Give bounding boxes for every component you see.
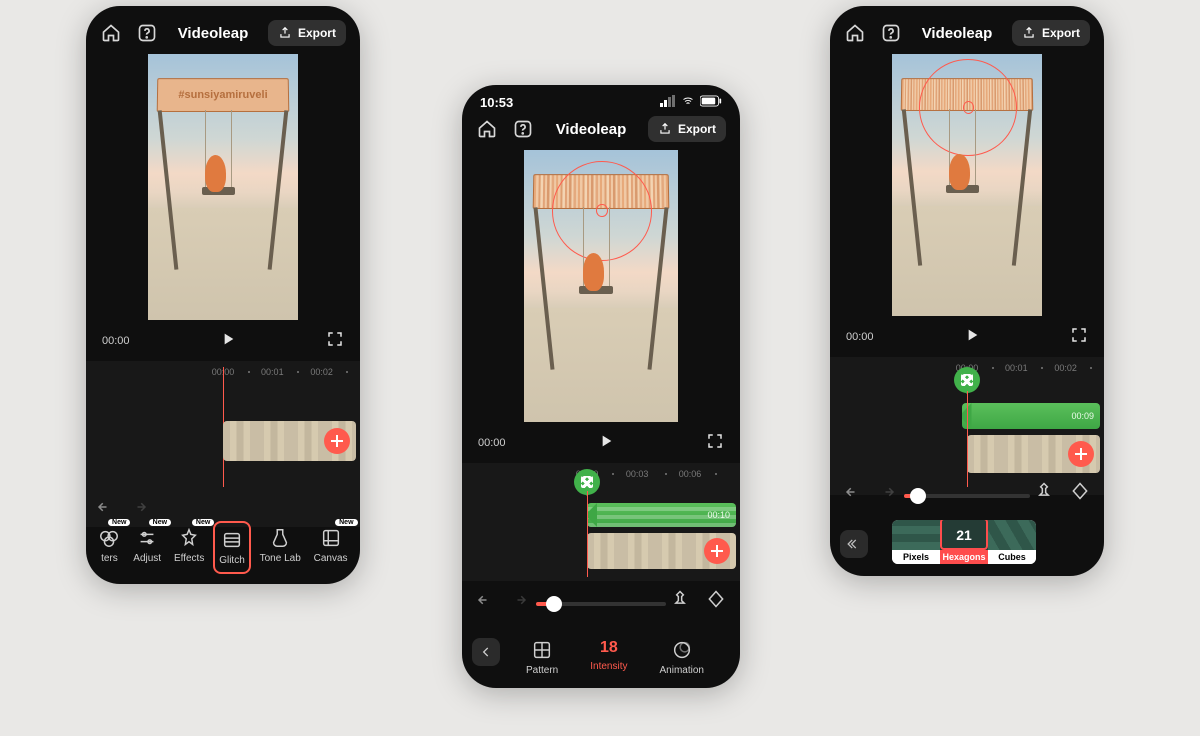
time-current: 00:00 — [102, 335, 130, 347]
undo-icon[interactable] — [844, 483, 862, 506]
intensity-slider[interactable] — [536, 602, 666, 606]
param-pattern[interactable]: Pattern — [526, 639, 558, 676]
back-chevron[interactable] — [472, 638, 500, 666]
fullscreen-icon[interactable] — [326, 330, 344, 351]
home-icon[interactable] — [476, 118, 498, 140]
top-bar: Videoleap Export — [462, 110, 740, 142]
pattern-hexagons[interactable]: 21 Hexagons — [940, 520, 988, 564]
top-bar: Videoleap Export — [830, 6, 1104, 46]
pin-icon[interactable] — [1034, 481, 1054, 506]
help-icon[interactable] — [880, 22, 902, 44]
tool-tone-lab[interactable]: Tone Lab — [256, 521, 305, 574]
time-current: 00:00 — [846, 331, 874, 343]
fullscreen-icon[interactable] — [706, 432, 724, 453]
screenshot-intensity-slider: 10:53 Videoleap Export 00:00 00 — [462, 85, 740, 688]
app-title: Videoleap — [556, 121, 627, 138]
effect-clip[interactable]: 00:10 — [587, 503, 736, 527]
side-controls — [1034, 481, 1090, 506]
effect-clip-duration: 00:09 — [1071, 411, 1094, 421]
home-icon[interactable] — [100, 22, 122, 44]
export-label: Export — [298, 26, 336, 40]
play-button[interactable] — [964, 327, 980, 346]
timeline[interactable]: 00:00 00:01 00:02 00:09 — [830, 357, 1104, 495]
timeline[interactable]: 00:00 00:01 00:02 — [86, 361, 360, 527]
tool-glitch[interactable]: Glitch — [213, 521, 251, 574]
pattern-cubes[interactable]: Cubes — [988, 520, 1036, 564]
tool-filters[interactable]: Newters — [94, 521, 124, 574]
pin-icon[interactable] — [670, 589, 690, 614]
top-bar: Videoleap Export — [86, 6, 360, 46]
export-button[interactable]: Export — [268, 20, 346, 46]
clock: 10:53 — [480, 95, 513, 110]
video-preview[interactable]: #sunsiyamiruveli — [148, 54, 298, 320]
screenshot-glitch-tool-menu: Videoleap Export #sunsiyamiruveli 00:00 … — [86, 6, 360, 584]
pattern-row: Pixels 21 Hexagons Cubes — [892, 520, 1036, 564]
timeline[interactable]: 00:00 00:03 00:06 00:10 — [462, 463, 740, 581]
pattern-size-slider[interactable] — [904, 494, 1030, 498]
keyframe-icon[interactable] — [1070, 481, 1090, 506]
playhead[interactable] — [967, 391, 968, 487]
tool-row: Newters NewAdjust NewEffects Glitch Tone… — [86, 521, 360, 574]
video-preview[interactable] — [892, 54, 1042, 316]
effect-target-dot[interactable] — [963, 101, 974, 113]
play-button[interactable] — [598, 433, 614, 452]
slider-knob[interactable] — [546, 596, 562, 612]
timeline-ruler: 00:00 00:03 00:06 — [462, 469, 740, 483]
sign-text: #sunsiyamiruveli — [157, 78, 290, 112]
tool-effects[interactable]: NewEffects — [170, 521, 208, 574]
playhead[interactable] — [587, 491, 588, 577]
help-icon[interactable] — [136, 22, 158, 44]
param-row: Pattern 18Intensity Animation — [510, 639, 720, 676]
export-label: Export — [1042, 26, 1080, 40]
param-intensity[interactable]: 18Intensity — [590, 639, 627, 676]
undo-redo — [96, 498, 148, 521]
status-bar: 10:53 — [462, 85, 740, 110]
intensity-value: 18 — [600, 639, 618, 657]
slider-knob[interactable] — [910, 488, 926, 504]
undo-icon[interactable] — [96, 498, 114, 521]
export-button[interactable]: Export — [1012, 20, 1090, 46]
play-button[interactable] — [220, 331, 236, 350]
pattern-pixels[interactable]: Pixels — [892, 520, 940, 564]
effect-clip[interactable]: 00:09 — [962, 403, 1100, 429]
redo-icon[interactable] — [130, 498, 148, 521]
app-title: Videoleap — [178, 25, 249, 42]
undo-redo — [844, 483, 896, 506]
param-animation[interactable]: Animation — [660, 639, 704, 676]
add-clip-button[interactable] — [324, 428, 350, 454]
signal-icon — [660, 95, 676, 110]
effect-target-dot[interactable] — [596, 204, 607, 217]
export-button[interactable]: Export — [648, 116, 726, 142]
fullscreen-icon[interactable] — [1070, 326, 1088, 347]
video-preview[interactable] — [524, 150, 678, 422]
transport-bar: 00:00 — [86, 320, 360, 361]
home-icon[interactable] — [844, 22, 866, 44]
tool-adjust[interactable]: NewAdjust — [129, 521, 165, 574]
transport-bar: 00:00 — [830, 316, 1104, 357]
wifi-icon — [680, 95, 696, 110]
battery-icon — [700, 95, 722, 110]
screenshot-pattern-selector: Videoleap Export 00:00 00:00 00:01 00:02 — [830, 6, 1104, 576]
help-icon[interactable] — [512, 118, 534, 140]
redo-icon[interactable] — [878, 483, 896, 506]
redo-icon[interactable] — [510, 591, 528, 614]
undo-icon[interactable] — [476, 591, 494, 614]
add-clip-button[interactable] — [1068, 441, 1094, 467]
export-label: Export — [678, 122, 716, 136]
undo-redo — [476, 591, 528, 614]
back-chevron[interactable] — [840, 530, 868, 558]
app-title: Videoleap — [922, 25, 993, 42]
tool-canvas[interactable]: NewCanvas — [310, 521, 352, 574]
time-current: 00:00 — [478, 437, 506, 449]
keyframe-icon[interactable] — [706, 589, 726, 614]
add-clip-button[interactable] — [704, 538, 730, 564]
side-controls — [670, 589, 726, 614]
transport-bar: 00:00 — [462, 422, 740, 463]
